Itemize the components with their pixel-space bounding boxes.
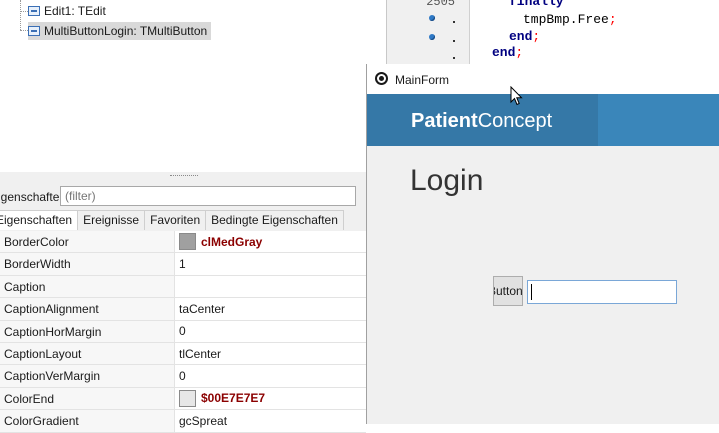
code-line: finally bbox=[509, 0, 564, 9]
brand-regular-text: Concept bbox=[477, 110, 553, 132]
code-semicolon: ; bbox=[608, 12, 617, 27]
line-dot bbox=[453, 57, 455, 59]
property-row[interactable]: CaptionHorMargin 0 bbox=[0, 320, 366, 343]
color-swatch-icon bbox=[179, 389, 196, 407]
structure-tree: Edit1: TEdit MultiButtonLogin: TMultiBut… bbox=[0, 0, 386, 172]
editor-gutter: 2505 bbox=[387, 0, 470, 64]
splitter-grip bbox=[170, 175, 198, 176]
property-value[interactable]: $00E7E7E7 bbox=[175, 388, 366, 409]
color-swatch-icon bbox=[179, 233, 196, 251]
property-name: Caption bbox=[0, 275, 175, 298]
line-dot bbox=[453, 40, 455, 42]
property-filter-input[interactable] bbox=[60, 186, 356, 206]
property-row[interactable]: BorderColor clMedGray bbox=[0, 231, 366, 254]
code-keyword: end bbox=[492, 45, 516, 60]
tree-item-edit1[interactable]: Edit1: TEdit bbox=[28, 2, 110, 20]
property-name: BorderWidth bbox=[0, 253, 175, 275]
line-dot bbox=[453, 21, 455, 23]
property-row[interactable]: Caption bbox=[0, 275, 366, 299]
code-line: tmpBmp.Free; bbox=[523, 12, 617, 27]
login-edit-field[interactable] bbox=[527, 280, 677, 304]
property-row[interactable]: CaptionVerMargin 0 bbox=[0, 365, 366, 388]
tree-connector bbox=[20, 30, 28, 31]
page-title: Login bbox=[410, 164, 484, 197]
filter-label: Eigenschaften bbox=[0, 190, 67, 204]
window-title: MainForm bbox=[395, 73, 450, 87]
property-value[interactable] bbox=[175, 276, 366, 297]
property-value[interactable]: gcSpreat bbox=[175, 410, 366, 431]
property-name: CaptionLayout bbox=[0, 342, 175, 365]
tab-eigenschaften[interactable]: Eigenschaften bbox=[0, 210, 79, 230]
code-semicolon: ; bbox=[515, 45, 524, 60]
brand-bold-text: Patient bbox=[411, 110, 478, 132]
edit-component-icon bbox=[28, 6, 40, 16]
property-row[interactable]: BorderWidth 1 bbox=[0, 253, 366, 276]
property-row[interactable]: CaptionLayout tlCenter bbox=[0, 342, 366, 366]
tab-favoriten[interactable]: Favoriten bbox=[144, 210, 207, 230]
property-name: CaptionAlignment bbox=[0, 298, 175, 320]
object-inspector: Eigenschaften Eigenschaften Ereignisse F… bbox=[0, 180, 366, 433]
filter-row: Eigenschaften bbox=[0, 182, 366, 208]
tree-item-label: MultiButtonLogin: TMultiButton bbox=[44, 24, 208, 38]
brand-banner: PatientConcept bbox=[367, 94, 719, 146]
main-form-window: MainForm PatientConcept Login Button bbox=[366, 64, 719, 424]
breakpoint-marker-icon[interactable] bbox=[429, 15, 435, 21]
property-value-text: clMedGray bbox=[201, 234, 263, 249]
code-line: end; bbox=[509, 29, 540, 44]
multibutton-component-icon bbox=[28, 26, 40, 36]
property-name: ColorGradient bbox=[0, 410, 175, 432]
property-row[interactable]: CaptionAlignment taCenter bbox=[0, 298, 366, 321]
brand-logo: PatientConcept bbox=[411, 110, 552, 133]
code-line: end; bbox=[492, 45, 523, 60]
property-value[interactable]: 1 bbox=[175, 253, 366, 274]
code-text: tmpBmp.Free bbox=[523, 12, 609, 27]
tab-ereignisse[interactable]: Ereignisse bbox=[77, 210, 146, 230]
login-button[interactable]: Button bbox=[493, 276, 523, 306]
property-row[interactable]: ColorEnd $00E7E7E7 bbox=[0, 387, 366, 411]
code-semicolon: ; bbox=[532, 29, 541, 44]
property-value-text: $00E7E7E7 bbox=[201, 391, 266, 406]
property-grid: BorderColor clMedGray BorderWidth 1 Capt… bbox=[0, 231, 366, 433]
property-name: CaptionVerMargin bbox=[0, 365, 175, 387]
window-titlebar[interactable]: MainForm bbox=[367, 64, 719, 94]
tree-item-multibuttonlogin[interactable]: MultiButtonLogin: TMultiButton bbox=[28, 22, 212, 40]
breakpoint-marker-icon[interactable] bbox=[429, 34, 435, 40]
text-caret bbox=[531, 284, 532, 300]
property-value[interactable]: clMedGray bbox=[175, 231, 366, 252]
code-editor[interactable]: 2505 finally tmpBmp.Free; end; end; bbox=[386, 0, 719, 64]
panel-splitter[interactable] bbox=[0, 172, 366, 180]
code-keyword: finally bbox=[509, 0, 564, 9]
property-value[interactable]: 0 bbox=[175, 321, 366, 342]
tree-connector bbox=[20, 0, 21, 30]
property-name: BorderColor bbox=[0, 231, 175, 253]
code-keyword: end bbox=[509, 29, 533, 44]
tree-connector bbox=[20, 11, 28, 12]
tab-bedingte-eigenschaften[interactable]: Bedingte Eigenschaften bbox=[205, 210, 344, 230]
property-value[interactable]: tlCenter bbox=[175, 343, 366, 364]
property-row[interactable]: ColorGradient gcSpreat bbox=[0, 410, 366, 433]
property-name: CaptionHorMargin bbox=[0, 320, 175, 342]
app-icon bbox=[375, 72, 388, 85]
line-number: 2505 bbox=[426, 0, 455, 9]
tree-item-label: Edit1: TEdit bbox=[44, 4, 106, 18]
mouse-pointer-icon bbox=[510, 86, 523, 106]
inspector-tabs: Eigenschaften Ereignisse Favoriten Bedin… bbox=[0, 210, 344, 230]
property-value[interactable]: 0 bbox=[175, 365, 366, 386]
property-name: ColorEnd bbox=[0, 387, 175, 410]
property-value[interactable]: taCenter bbox=[175, 298, 366, 319]
